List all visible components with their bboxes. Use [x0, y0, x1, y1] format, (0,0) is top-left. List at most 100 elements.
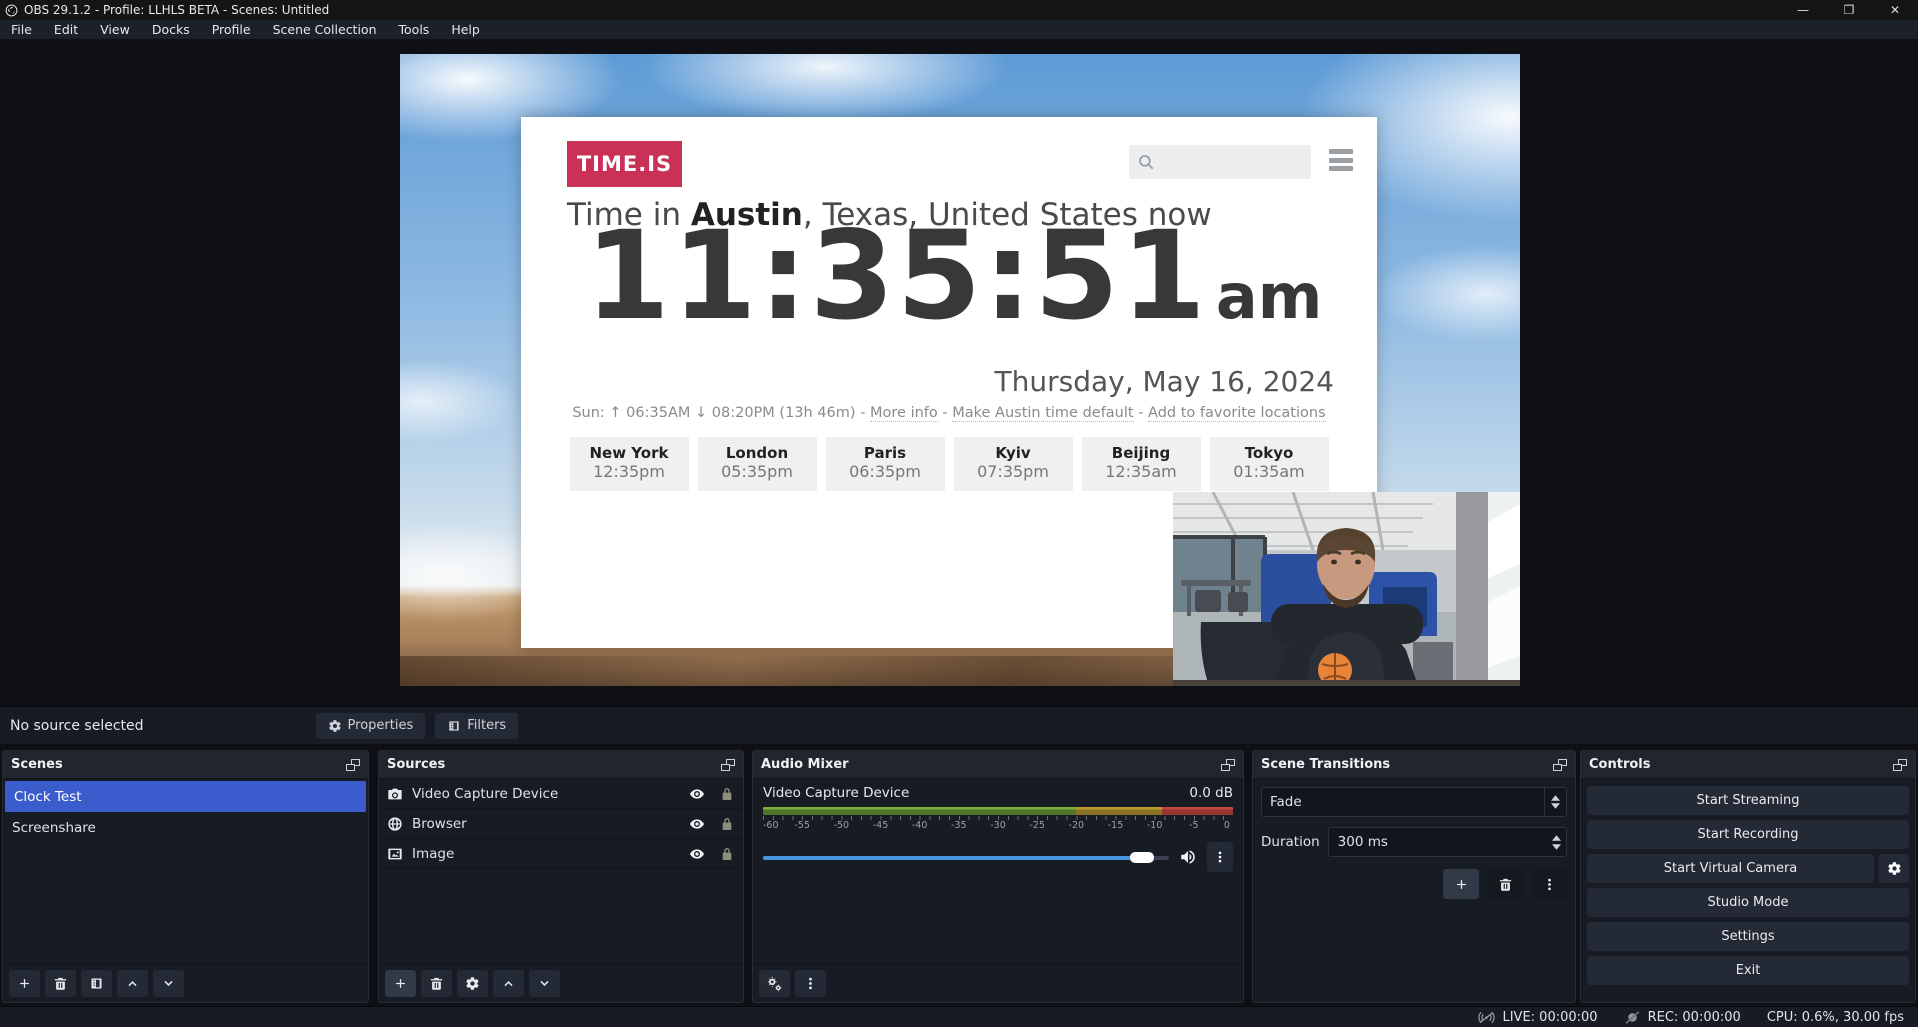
dock-area: Scenes Clock Test Screenshare Sources [0, 744, 1918, 1008]
scene-filters-button[interactable] [81, 970, 112, 997]
source-up-button[interactable] [493, 970, 524, 997]
controls-panel: Controls Start Streaming Start Recording… [1580, 750, 1916, 1003]
transition-select[interactable]: Fade [1261, 787, 1567, 817]
start-virtual-camera-button[interactable]: Start Virtual Camera [1587, 854, 1874, 883]
menu-view[interactable]: View [89, 20, 141, 39]
menu-edit[interactable]: Edit [43, 20, 89, 39]
program-preview[interactable]: TIME.IS Time in Austin, Texas, United St… [400, 54, 1520, 686]
studio-mode-button[interactable]: Studio Mode [1587, 888, 1909, 917]
menu-help[interactable]: Help [440, 20, 491, 39]
source-properties-button[interactable] [457, 970, 488, 997]
rec-status: REC: 00:00:00 [1624, 1010, 1741, 1025]
lock-icon[interactable] [719, 786, 735, 802]
audio-mixer-header[interactable]: Audio Mixer [753, 751, 1243, 779]
popout-icon[interactable] [1221, 759, 1235, 771]
start-recording-button[interactable]: Start Recording [1587, 820, 1909, 849]
lock-icon[interactable] [719, 816, 735, 832]
source-down-button[interactable] [529, 970, 560, 997]
controls-body: Start Streaming Start Recording Start Vi… [1581, 779, 1915, 1002]
controls-title: Controls [1589, 757, 1650, 772]
scenes-panel: Scenes Clock Test Screenshare [2, 750, 369, 1003]
remove-transition-button[interactable] [1487, 869, 1523, 899]
popout-icon[interactable] [721, 759, 735, 771]
add-scene-button[interactable] [9, 970, 40, 997]
remove-source-button[interactable] [421, 970, 452, 997]
remove-scene-button[interactable] [45, 970, 76, 997]
channel-options-button[interactable] [1207, 842, 1233, 872]
timeis-clock: 11:35:51am [585, 215, 1325, 337]
close-button[interactable]: ✕ [1872, 0, 1918, 20]
spinbox-arrows-icon[interactable] [1546, 828, 1566, 856]
title-bar: OBS 29.1.2 - Profile: LLHLS BETA - Scene… [0, 0, 1918, 20]
audio-mixer-body: Video Capture Device 0.0 dB -60 -55 -50 … [753, 779, 1243, 964]
mixer-channel-name: Video Capture Device [763, 785, 909, 801]
controls-header[interactable]: Controls [1581, 751, 1915, 779]
source-row-browser[interactable]: Browser [379, 809, 743, 839]
audio-mixer-panel: Audio Mixer Video Capture Device 0.0 dB … [752, 750, 1244, 1003]
add-source-button[interactable] [385, 970, 416, 997]
restore-button[interactable]: ❐ [1826, 0, 1872, 20]
lock-icon[interactable] [719, 846, 735, 862]
scene-item-clock-test[interactable]: Clock Test [5, 781, 366, 812]
start-streaming-button[interactable]: Start Streaming [1587, 786, 1909, 815]
city-time-kyiv: Kyiv07:35pm [954, 437, 1073, 491]
popout-icon[interactable] [346, 759, 360, 771]
scene-up-button[interactable] [117, 970, 148, 997]
popout-icon[interactable] [1553, 759, 1567, 771]
properties-button[interactable]: Properties [316, 713, 426, 739]
obs-main-window: OBS 29.1.2 - Profile: LLHLS BETA - Scene… [0, 0, 1918, 1027]
timeis-date: Thursday, May 16, 2024 [995, 365, 1334, 398]
menu-bar: File Edit View Docks Profile Scene Colle… [0, 20, 1918, 39]
scenes-panel-header[interactable]: Scenes [3, 751, 368, 779]
mixer-options-button[interactable] [795, 970, 826, 997]
city-time-paris: Paris06:35pm [826, 437, 945, 491]
speaker-icon[interactable] [1179, 848, 1197, 866]
webcam-overlay [1173, 492, 1520, 686]
menu-profile[interactable]: Profile [201, 20, 262, 39]
city-time-beijing: Beijing12:35am [1082, 437, 1201, 491]
source-row-video-capture[interactable]: Video Capture Device [379, 779, 743, 809]
sources-list: Video Capture Device Browser [379, 779, 743, 964]
advanced-audio-button[interactable] [759, 970, 790, 997]
visibility-eye-icon[interactable] [689, 816, 705, 832]
sources-panel-header[interactable]: Sources [379, 751, 743, 779]
scene-transitions-panel: Scene Transitions Fade Duration 300 ms [1252, 750, 1576, 1003]
scene-transitions-title: Scene Transitions [1261, 757, 1390, 772]
filters-button[interactable]: Filters [435, 713, 518, 739]
duration-spinbox[interactable]: 300 ms [1328, 827, 1567, 857]
volume-slider-handle[interactable] [1130, 852, 1154, 863]
audio-mixer-toolbar [753, 964, 1243, 1002]
menu-scene-collection[interactable]: Scene Collection [262, 20, 388, 39]
stream-inactive-icon [1478, 1011, 1495, 1024]
menu-file[interactable]: File [0, 20, 43, 39]
window-title: OBS 29.1.2 - Profile: LLHLS BETA - Scene… [24, 3, 329, 17]
transition-value: Fade [1262, 788, 1544, 816]
sources-toolbar [379, 964, 743, 1002]
status-bar: LIVE: 00:00:00 REC: 00:00:00 CPU: 0.6%, … [0, 1006, 1918, 1027]
sources-panel: Sources Video Capture Device Browser [378, 750, 744, 1003]
scene-transitions-header[interactable]: Scene Transitions [1253, 751, 1575, 779]
add-transition-button[interactable] [1443, 869, 1479, 899]
transition-options-button[interactable] [1531, 869, 1567, 899]
filter-icon [447, 719, 461, 733]
popout-icon[interactable] [1893, 759, 1907, 771]
volume-slider[interactable] [763, 850, 1169, 864]
menu-docks[interactable]: Docks [141, 20, 201, 39]
scene-item-screenshare[interactable]: Screenshare [3, 812, 368, 843]
duration-label: Duration [1261, 834, 1320, 850]
source-row-image[interactable]: Image [379, 839, 743, 869]
scene-down-button[interactable] [153, 970, 184, 997]
exit-button[interactable]: Exit [1587, 956, 1909, 985]
virtual-camera-config-button[interactable] [1879, 854, 1909, 883]
settings-button[interactable]: Settings [1587, 922, 1909, 951]
clock-ampm: am [1216, 260, 1322, 333]
scenes-title: Scenes [11, 757, 63, 772]
visibility-eye-icon[interactable] [689, 846, 705, 862]
visibility-eye-icon[interactable] [689, 786, 705, 802]
city-time-tokyo: Tokyo01:35am [1210, 437, 1329, 491]
menu-tools[interactable]: Tools [388, 20, 441, 39]
select-arrows-icon[interactable] [1544, 788, 1566, 816]
minimize-button[interactable]: — [1780, 0, 1826, 20]
image-icon [387, 846, 403, 862]
city-time-london: London05:35pm [698, 437, 817, 491]
